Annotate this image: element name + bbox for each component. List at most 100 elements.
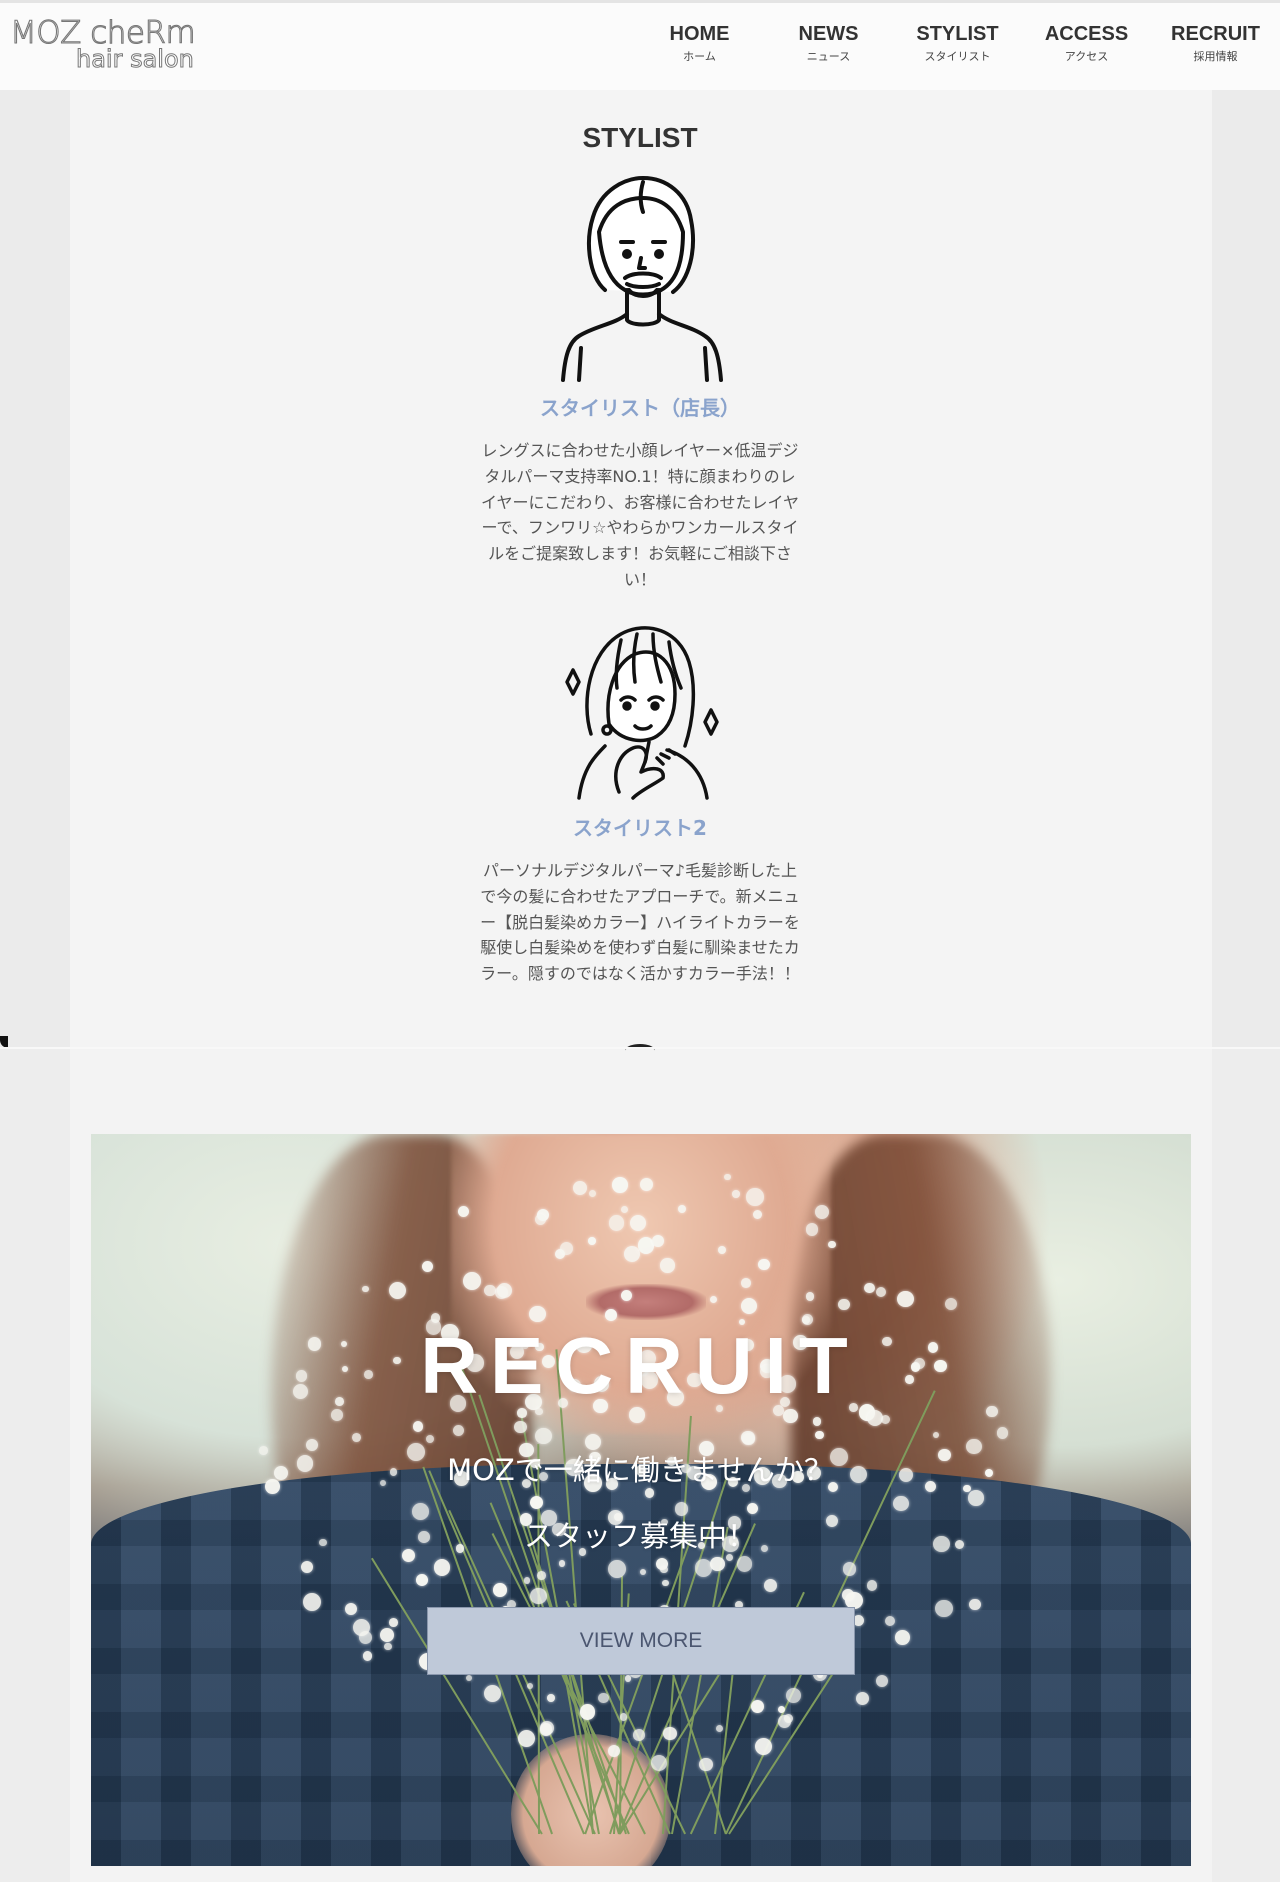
flower-blossom <box>694 1559 713 1577</box>
recruit-subtagline: スタッフ募集中！ <box>523 1519 756 1553</box>
next-avatar-edge <box>625 1044 655 1057</box>
stylist-name: スタイリスト（店長） <box>540 396 740 420</box>
flower-blossom <box>897 1290 914 1307</box>
female-stylist-illustration-icon <box>565 626 719 800</box>
flower-blossom <box>483 1284 496 1297</box>
flower-blossom <box>534 1213 547 1226</box>
flower-blossom <box>660 1258 675 1273</box>
flower-blossom <box>344 1602 357 1615</box>
flower-blossom <box>736 1556 753 1572</box>
flower-blossom <box>300 1561 313 1574</box>
nav-label: ACCESS <box>1044 23 1129 45</box>
flower-blossom <box>620 1205 628 1213</box>
nav-sublabel: ホーム <box>683 50 716 63</box>
flower-blossom <box>633 1729 645 1741</box>
recruit-tagline: MOZで一緒に働きませんか？ <box>447 1453 833 1487</box>
nav-label: RECRUIT <box>1171 23 1260 45</box>
flower-blossom <box>579 1704 596 1720</box>
flower-blossom <box>530 1587 547 1605</box>
flower-blossom <box>663 1726 677 1741</box>
flower-blossom <box>483 1684 501 1702</box>
nav-item-news[interactable]: NEWS ニュース <box>764 21 893 77</box>
flower-blossom <box>496 1282 512 1298</box>
site-logo[interactable]: MOZ cheRm hair salon <box>9 14 196 75</box>
stylist-description: レングスに合わせた小顔レイヤー×低温デジタルパーマ支持率NO.1！特に顔まわりの… <box>480 441 800 589</box>
recruit-hero-image <box>91 1134 1191 1866</box>
nav-item-home[interactable]: HOME ホーム <box>635 21 764 77</box>
flower-blossom <box>388 1282 406 1300</box>
flower-blossom <box>597 1692 609 1704</box>
flower-blossom <box>732 1190 740 1198</box>
flower-blossom <box>607 1744 620 1757</box>
flower-blossom <box>389 1618 398 1627</box>
nav-sublabel: スタイリスト <box>924 50 991 63</box>
flower-blossom <box>660 1565 668 1573</box>
male-stylist-illustration-icon <box>561 176 723 382</box>
flower-blossom <box>651 1754 668 1771</box>
flower-blossom <box>644 1488 655 1498</box>
flower-blossom <box>352 1619 370 1637</box>
flower-blossom <box>842 1562 857 1576</box>
nav-label: STYLIST <box>916 23 999 45</box>
flower-blossom <box>968 1490 984 1506</box>
flower-blossom <box>493 1583 507 1597</box>
flower-blossom <box>605 1308 617 1321</box>
flower-blossom <box>539 1723 553 1736</box>
screenshot-seam <box>0 1047 1280 1049</box>
flower-blossom <box>814 1204 830 1220</box>
flower-blossom <box>724 1173 731 1181</box>
flower-blossom <box>783 1713 794 1723</box>
flower-blossom <box>380 1627 395 1642</box>
nav-item-access[interactable]: ACCESS アクセス <box>1022 21 1151 77</box>
flower-blossom <box>457 1205 469 1217</box>
flower-blossom <box>558 1560 565 1567</box>
flower-blossom <box>758 1258 770 1271</box>
recruit-title: RECRUIT <box>420 1321 860 1410</box>
flower-blossom <box>842 1588 854 1601</box>
flower-blossom <box>651 1235 664 1248</box>
nav-item-stylist[interactable]: STYLIST スタイリスト <box>893 21 1022 77</box>
flower-blossom <box>535 1427 552 1445</box>
site-header: MOZ cheRm hair salon HOME ホーム NEWS ニュース … <box>0 0 1280 90</box>
flower-blossom <box>452 1425 464 1437</box>
nav-label: NEWS <box>798 23 859 45</box>
flower-blossom <box>875 1286 886 1298</box>
flower-blossom <box>741 1278 751 1288</box>
view-more-button[interactable]: VIEW MORE <box>427 1607 855 1675</box>
flower-blossom <box>513 1420 527 1434</box>
nav-sublabel: アクセス <box>1064 50 1109 63</box>
flower-blossom <box>547 1693 556 1702</box>
nav-sublabel: 採用情報 <box>1193 50 1238 63</box>
main-nav: HOME ホーム NEWS ニュース STYLIST スタイリスト ACCESS… <box>635 21 1280 77</box>
flower-blossom <box>588 1236 597 1245</box>
flower-blossom <box>863 1282 875 1294</box>
flower-blossom <box>969 1599 981 1611</box>
flower-blossom <box>806 1292 815 1301</box>
nav-label: HOME <box>669 23 730 45</box>
lips-shape <box>586 1284 706 1320</box>
flower-blossom <box>710 1295 718 1303</box>
flower-blossom <box>996 1426 1009 1439</box>
flower-blossom <box>351 1432 361 1442</box>
section-title-stylist: STYLIST <box>582 122 698 153</box>
flower-blossom <box>805 1223 818 1236</box>
flower-blossom <box>559 1241 574 1255</box>
logo-subtitle: hair salon <box>76 45 195 74</box>
flower-blossom <box>815 1430 824 1440</box>
flower-blossom <box>362 1651 373 1661</box>
nav-item-recruit[interactable]: RECRUIT 採用情報 <box>1151 21 1280 77</box>
flower-blossom <box>536 1571 546 1581</box>
flower-blossom <box>764 1578 778 1592</box>
flower-blossom <box>608 1560 627 1578</box>
flower-blossom <box>416 1574 428 1587</box>
flower-blossom <box>698 1757 713 1772</box>
stylist-name: スタイリスト2 <box>573 816 707 840</box>
flower-blossom <box>619 1712 628 1721</box>
flower-blossom <box>609 1215 625 1231</box>
flower-blossom <box>838 1298 850 1311</box>
flower-blossom <box>611 1176 628 1193</box>
flower-blossom <box>715 1724 723 1732</box>
flower-blossom <box>751 1699 765 1713</box>
flower-blossom <box>526 1682 533 1690</box>
flower-blossom <box>462 1272 481 1290</box>
